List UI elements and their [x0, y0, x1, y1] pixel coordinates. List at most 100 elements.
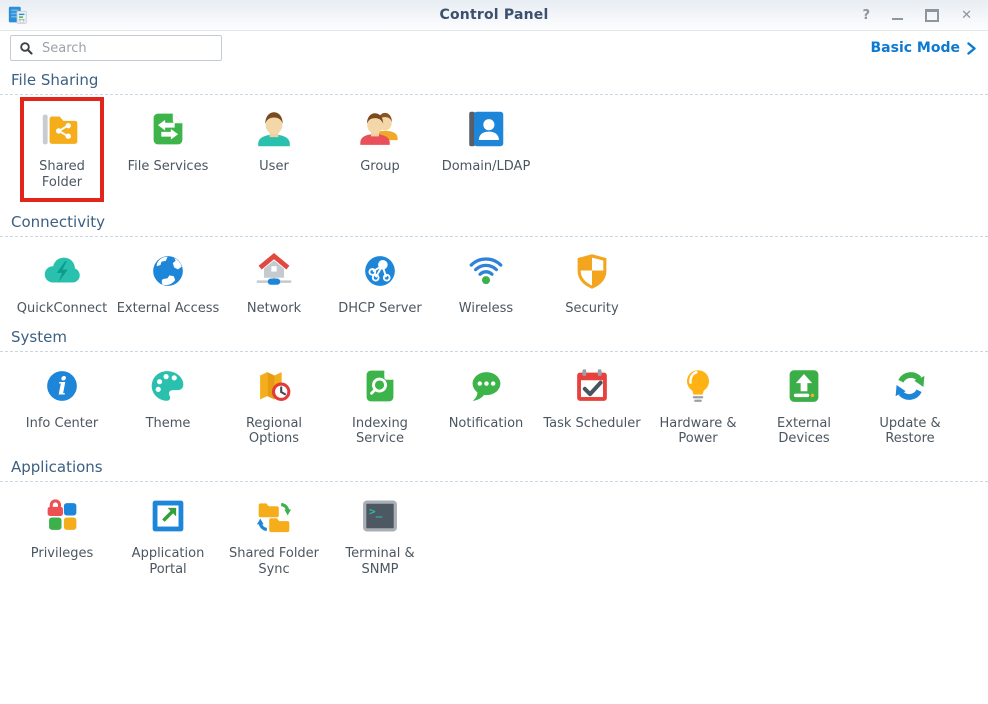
control-panel-item-security[interactable]: Security: [539, 248, 645, 317]
item-body: Privileges: [31, 493, 94, 562]
minimize-icon[interactable]: [892, 18, 903, 20]
control-panel-item-notification[interactable]: Notification: [433, 363, 539, 432]
section-system: System i Info Center Theme Regional Options I…: [0, 328, 988, 453]
item-body: User: [251, 106, 297, 175]
topbar: Basic Mode: [0, 31, 988, 65]
section-items-row: Privileges Application Portal Shared Folde…: [0, 482, 988, 583]
section-header: System: [0, 328, 988, 352]
basic-mode-link[interactable]: Basic Mode: [871, 40, 977, 56]
control-panel-item-shared-folder-sync[interactable]: Shared Folder Sync: [221, 493, 327, 578]
control-panel-item-shared-folder[interactable]: Shared Folder: [9, 106, 115, 202]
item-body: i Info Center: [26, 363, 99, 432]
control-panel-item-regional-options[interactable]: Regional Options: [221, 363, 327, 448]
item-label: Theme: [146, 416, 191, 432]
control-panel-item-external-access[interactable]: External Access: [115, 248, 221, 317]
item-body: Update & Restore: [879, 363, 940, 448]
section-items-row: Shared Folder File Services User Group Domai…: [0, 95, 988, 207]
svg-text:i: i: [58, 372, 67, 400]
item-body: Network: [247, 248, 301, 317]
svg-text:>_: >_: [369, 505, 383, 518]
item-body: File Services: [128, 106, 209, 175]
item-label: Shared Folder: [39, 159, 85, 191]
terminal-snmp-icon: >_: [357, 493, 403, 539]
dhcp-server-icon: [357, 248, 403, 294]
titlebar: Control Panel ? ✕: [0, 0, 988, 31]
help-icon[interactable]: ?: [863, 8, 871, 22]
item-body: Application Portal: [132, 493, 205, 578]
item-body: Security: [565, 248, 618, 317]
external-devices-icon: [781, 363, 827, 409]
item-body: Indexing Service: [352, 363, 408, 448]
section-header: Applications: [0, 458, 988, 482]
item-label: DHCP Server: [338, 301, 421, 317]
domain-ldap-icon: [463, 106, 509, 152]
control-panel-item-application-portal[interactable]: Application Portal: [115, 493, 221, 578]
item-label: Terminal & SNMP: [345, 546, 414, 578]
control-panel-item-dhcp-server[interactable]: DHCP Server: [327, 248, 433, 317]
application-portal-icon: [145, 493, 191, 539]
control-panel-item-external-devices[interactable]: External Devices: [751, 363, 857, 448]
item-label: Shared Folder Sync: [229, 546, 319, 578]
item-body: Shared Folder Sync: [229, 493, 319, 578]
basic-mode-label: Basic Mode: [871, 40, 961, 56]
hardware-power-icon: [675, 363, 721, 409]
item-body: >_ Terminal & SNMP: [345, 493, 414, 578]
item-label: User: [259, 159, 289, 175]
notification-icon: [463, 363, 509, 409]
item-body: Notification: [449, 363, 524, 432]
item-body: Regional Options: [246, 363, 302, 448]
control-panel-item-task-scheduler[interactable]: Task Scheduler: [539, 363, 645, 432]
control-panel-item-theme[interactable]: Theme: [115, 363, 221, 432]
search-icon: [19, 41, 34, 56]
item-label: QuickConnect: [17, 301, 108, 317]
task-scheduler-icon: [569, 363, 615, 409]
item-body: External Access: [117, 248, 220, 317]
section-header: File Sharing: [0, 71, 988, 95]
control-panel-item-terminal-snmp[interactable]: >_ Terminal & SNMP: [327, 493, 433, 578]
item-label: Notification: [449, 416, 524, 432]
shared-folder-icon: [39, 106, 85, 152]
control-panel-item-update-restore[interactable]: Update & Restore: [857, 363, 963, 448]
external-access-icon: [145, 248, 191, 294]
control-panel-item-user[interactable]: User: [221, 106, 327, 175]
chevron-right-icon: [967, 42, 976, 55]
maximize-icon[interactable]: [925, 9, 939, 22]
item-label: File Services: [128, 159, 209, 175]
control-panel-item-wireless[interactable]: Wireless: [433, 248, 539, 317]
search-box[interactable]: [10, 35, 222, 61]
control-panel-item-indexing-service[interactable]: Indexing Service: [327, 363, 433, 448]
section-items-row: i Info Center Theme Regional Options Indexin…: [0, 352, 988, 453]
item-body: Task Scheduler: [543, 363, 640, 432]
control-panel-item-quickconnect[interactable]: QuickConnect: [9, 248, 115, 317]
control-panel-item-info-center[interactable]: i Info Center: [9, 363, 115, 432]
control-panel-app-icon: [7, 4, 29, 26]
item-label: Info Center: [26, 416, 99, 432]
close-icon[interactable]: ✕: [961, 8, 972, 22]
user-icon: [251, 106, 297, 152]
control-panel-item-network[interactable]: Network: [221, 248, 327, 317]
group-icon: [357, 106, 403, 152]
search-input[interactable]: [40, 40, 221, 57]
control-panel-item-domain-ldap[interactable]: Domain/LDAP: [433, 106, 539, 175]
section-applications: Applications Privileges Application Portal…: [0, 458, 988, 583]
item-body: Theme: [145, 363, 191, 432]
control-panel-item-file-services[interactable]: File Services: [115, 106, 221, 175]
highlight-box: Shared Folder: [20, 97, 104, 202]
control-panel-item-privileges[interactable]: Privileges: [9, 493, 115, 562]
control-panel-item-hardware-power[interactable]: Hardware & Power: [645, 363, 751, 448]
item-label: Network: [247, 301, 301, 317]
security-icon: [569, 248, 615, 294]
section-header: Connectivity: [0, 213, 988, 237]
item-label: External Access: [117, 301, 220, 317]
control-panel-item-group[interactable]: Group: [327, 106, 433, 175]
network-icon: [251, 248, 297, 294]
item-label: Domain/LDAP: [442, 159, 531, 175]
privileges-icon: [39, 493, 85, 539]
section-items-row: QuickConnect External Access Network DHCP S…: [0, 237, 988, 322]
item-label: Indexing Service: [352, 416, 408, 448]
item-body: Group: [357, 106, 403, 175]
item-label: Task Scheduler: [543, 416, 640, 432]
item-label: Hardware & Power: [659, 416, 736, 448]
item-body: QuickConnect: [17, 248, 108, 317]
item-label: Security: [565, 301, 618, 317]
